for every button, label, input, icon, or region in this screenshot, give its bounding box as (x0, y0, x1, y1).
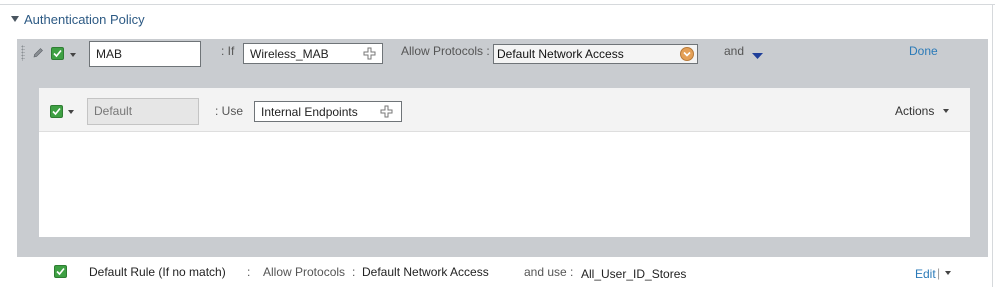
done-link[interactable]: Done (909, 44, 938, 58)
and-expand-icon[interactable] (752, 53, 763, 60)
identity-store-value: All_User_ID_Stores (581, 267, 687, 281)
actions-menu[interactable]: Actions (895, 104, 934, 118)
default-allow-separator: : (352, 265, 356, 279)
select-identity-source-icon[interactable] (380, 105, 393, 118)
use-label: : Use (215, 104, 244, 118)
allowed-protocols-value: Default Network Access (497, 47, 624, 61)
allowed-protocols-select[interactable]: Default Network Access (493, 44, 698, 64)
default-allow-protocols-label: Allow Protocols (263, 265, 346, 279)
actions-chevron-icon[interactable] (943, 109, 949, 113)
default-rule-name: Default Rule (If no match) (89, 265, 226, 279)
drag-handle-icon[interactable] (21, 45, 25, 61)
rule-name-input[interactable]: MAB (89, 41, 201, 67)
edit-link[interactable]: Edit (915, 267, 936, 281)
right-divider (992, 4, 993, 287)
inner-rule-name-field: Default (87, 98, 199, 125)
collapse-toggle-icon[interactable] (11, 16, 19, 22)
edit-chevron-icon[interactable] (945, 271, 951, 275)
default-rule-separator: : (247, 265, 251, 279)
chevron-down-icon (683, 51, 691, 57)
rule-enabled-checkbox[interactable] (51, 47, 64, 60)
inner-rule-enabled-checkbox[interactable] (50, 105, 63, 118)
and-use-label: and use : (524, 265, 574, 279)
if-label: : If (221, 44, 235, 58)
default-rule-checkbox[interactable] (54, 265, 67, 278)
dropdown-button[interactable] (680, 47, 694, 61)
condition-field[interactable]: Wireless_MAB (243, 43, 383, 64)
allow-protocols-label: Allow Protocols : (401, 44, 490, 58)
add-condition-icon[interactable] (363, 47, 376, 60)
check-icon (52, 107, 61, 116)
section-title: Authentication Policy (24, 12, 145, 27)
rule-status-dropdown-icon[interactable] (70, 53, 76, 57)
check-icon (53, 49, 62, 58)
inner-rule-status-dropdown-icon[interactable] (68, 110, 74, 114)
top-divider (0, 4, 995, 5)
and-label: and (724, 44, 745, 58)
pencil-icon[interactable] (33, 47, 44, 58)
default-protocol-value: Default Network Access (362, 265, 489, 279)
check-icon (56, 267, 65, 276)
identity-source-value: Internal Endpoints (261, 105, 358, 119)
identity-source-field[interactable]: Internal Endpoints (254, 101, 402, 122)
condition-value: Wireless_MAB (250, 47, 329, 61)
edit-separator: | (937, 266, 941, 280)
